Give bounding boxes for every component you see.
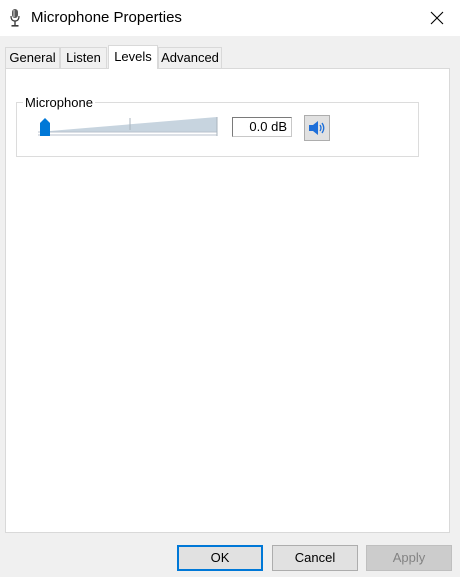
window-title: Microphone Properties bbox=[31, 9, 182, 26]
group-label: Microphone bbox=[23, 95, 95, 111]
speaker-icon bbox=[309, 121, 325, 135]
slider-track bbox=[38, 117, 217, 132]
slider-thumb[interactable] bbox=[40, 118, 50, 136]
microphone-properties-dialog: Microphone Properties General Listen Lev… bbox=[0, 0, 460, 577]
mute-button[interactable] bbox=[304, 115, 330, 141]
close-icon bbox=[430, 11, 444, 25]
ok-button[interactable]: OK bbox=[177, 545, 263, 571]
close-button[interactable] bbox=[414, 0, 460, 36]
db-value-field[interactable]: 0.0 dB bbox=[232, 117, 292, 137]
tab-general[interactable]: General bbox=[5, 47, 60, 68]
microphone-icon bbox=[10, 9, 20, 27]
tab-levels[interactable]: Levels bbox=[108, 45, 158, 69]
apply-button[interactable]: Apply bbox=[366, 545, 452, 571]
title-bar: Microphone Properties bbox=[0, 0, 460, 36]
levels-panel: Microphone 0.0 dB bbox=[5, 68, 450, 533]
tab-listen[interactable]: Listen bbox=[60, 47, 107, 68]
cancel-button[interactable]: Cancel bbox=[272, 545, 358, 571]
level-slider[interactable] bbox=[36, 114, 219, 138]
tab-advanced[interactable]: Advanced bbox=[158, 47, 222, 68]
